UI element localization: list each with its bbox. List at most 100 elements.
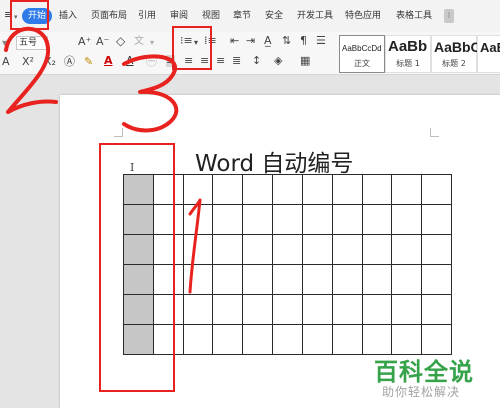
table-cell[interactable]: [242, 324, 274, 355]
table-cell[interactable]: [391, 204, 423, 235]
table-cell[interactable]: [182, 324, 214, 355]
style-heading-1[interactable]: AaBb 标题 1: [385, 35, 431, 73]
table-cell[interactable]: [242, 234, 274, 265]
font-size-value: 五号: [19, 38, 38, 48]
table-cell[interactable]: [182, 294, 214, 325]
table-cell[interactable]: [301, 174, 333, 205]
font-size-dropdown-icon[interactable]: ▾: [44, 37, 48, 49]
table-cell[interactable]: [212, 174, 244, 205]
table-cell[interactable]: [272, 294, 303, 325]
font-name-dropdown-icon[interactable]: ▾: [2, 38, 7, 50]
table-cell[interactable]: [331, 234, 363, 265]
style-heading-3[interactable]: AaBbC: [477, 35, 500, 73]
char-shading-icon[interactable]: A: [126, 55, 134, 67]
tab-table-tools[interactable]: 表格工具: [396, 10, 432, 22]
margin-corner-mark: [114, 128, 123, 137]
table-cell[interactable]: [272, 174, 303, 205]
table-cell[interactable]: [361, 174, 393, 205]
table-cell[interactable]: [212, 324, 244, 355]
style-normal-label: 正文: [354, 59, 370, 68]
tab-features[interactable]: 特色应用: [345, 10, 381, 22]
highlight-color-icon[interactable]: ✎: [84, 56, 93, 68]
table-cell[interactable]: [391, 324, 423, 355]
table-cell[interactable]: [421, 264, 452, 295]
table-cell[interactable]: [391, 264, 423, 295]
table-cell[interactable]: [331, 204, 363, 235]
table-cell[interactable]: [301, 264, 333, 295]
table-cell[interactable]: [272, 324, 303, 355]
table-cell[interactable]: [331, 324, 363, 355]
table-cell[interactable]: [391, 174, 423, 205]
tab-developer[interactable]: 开发工具: [297, 10, 333, 22]
tab-security[interactable]: 安全: [265, 10, 283, 22]
line-spacing-icon[interactable]: ☰: [316, 35, 326, 47]
pinyin-guide-icon[interactable]: 文: [134, 36, 144, 48]
table-cell[interactable]: [242, 174, 274, 205]
table-cell[interactable]: [421, 174, 452, 205]
strikethrough-icon[interactable]: A: [2, 56, 10, 68]
paragraph-spacing-icon[interactable]: ↕: [252, 55, 261, 67]
table-cell[interactable]: [361, 324, 393, 355]
table-cell[interactable]: [421, 294, 452, 325]
table-cell[interactable]: [421, 204, 452, 235]
grow-font-icon[interactable]: A⁺: [78, 36, 91, 48]
show-marks-icon[interactable]: ¶: [300, 35, 307, 47]
font-color-icon[interactable]: A: [104, 55, 113, 67]
justify-icon[interactable]: ≡: [216, 55, 225, 67]
enclose-char-icon[interactable]: ㊀: [146, 56, 157, 68]
table-cell[interactable]: [391, 234, 423, 265]
table-cell[interactable]: [331, 174, 363, 205]
table-cell[interactable]: [182, 204, 214, 235]
table-cell[interactable]: [361, 234, 393, 265]
table-cell[interactable]: [331, 294, 363, 325]
table-cell[interactable]: [301, 294, 333, 325]
tab-references[interactable]: 引用: [138, 10, 156, 22]
borders-icon[interactable]: ▦: [300, 55, 310, 67]
table-cell[interactable]: [361, 294, 393, 325]
shading-icon[interactable]: ◈: [274, 55, 282, 67]
clear-format-icon[interactable]: ◇: [116, 35, 125, 47]
table-cell[interactable]: [301, 204, 333, 235]
more-tabs-button[interactable]: ⁝: [444, 9, 454, 23]
table-cell[interactable]: [361, 204, 393, 235]
style-heading-2[interactable]: AaBbC 标题 2: [431, 35, 481, 73]
table-cell[interactable]: [182, 234, 214, 265]
table-cell[interactable]: [212, 294, 244, 325]
table-cell[interactable]: [272, 234, 303, 265]
tab-section[interactable]: 章节: [233, 10, 251, 22]
style-heading-3-preview: AaBbC: [480, 40, 500, 55]
table-cell[interactable]: [182, 174, 214, 205]
tab-page-layout[interactable]: 页面布局: [91, 10, 127, 22]
sort-icon[interactable]: ⇅: [282, 35, 291, 47]
pinyin-dropdown-icon[interactable]: ▾: [150, 37, 154, 49]
distribute-icon[interactable]: ≣: [232, 55, 241, 67]
table-cell[interactable]: [242, 294, 274, 325]
tab-view[interactable]: 视图: [202, 10, 220, 22]
tab-insert[interactable]: 插入: [59, 10, 77, 22]
decrease-indent-icon[interactable]: ⇤: [230, 35, 239, 47]
table-cell[interactable]: [391, 294, 423, 325]
table-cell[interactable]: [212, 204, 244, 235]
increase-indent-icon[interactable]: ⇥: [246, 35, 255, 47]
table-cell[interactable]: [242, 204, 274, 235]
table-cell[interactable]: [212, 264, 244, 295]
style-normal[interactable]: AaBbCcDd 正文: [339, 35, 385, 73]
table-cell[interactable]: [301, 324, 333, 355]
subscript-icon[interactable]: X₂: [44, 56, 56, 68]
table-cell[interactable]: [272, 204, 303, 235]
table-cell[interactable]: [272, 264, 303, 295]
table-cell[interactable]: [301, 234, 333, 265]
tab-review[interactable]: 审阅: [170, 10, 188, 22]
text-effect-icon[interactable]: Ⓐ: [64, 56, 75, 68]
watermark-slogan: 助你轻松解决: [382, 385, 461, 399]
chinese-layout-icon[interactable]: A̲: [264, 35, 272, 47]
table-cell[interactable]: [421, 234, 452, 265]
table-cell[interactable]: [182, 264, 214, 295]
table-cell[interactable]: [242, 264, 274, 295]
superscript-icon[interactable]: X²: [22, 56, 34, 68]
shrink-font-icon[interactable]: A⁻: [96, 36, 109, 48]
table-cell[interactable]: [361, 264, 393, 295]
table-cell[interactable]: [421, 324, 452, 355]
table-cell[interactable]: [212, 234, 244, 265]
table-cell[interactable]: [331, 264, 363, 295]
